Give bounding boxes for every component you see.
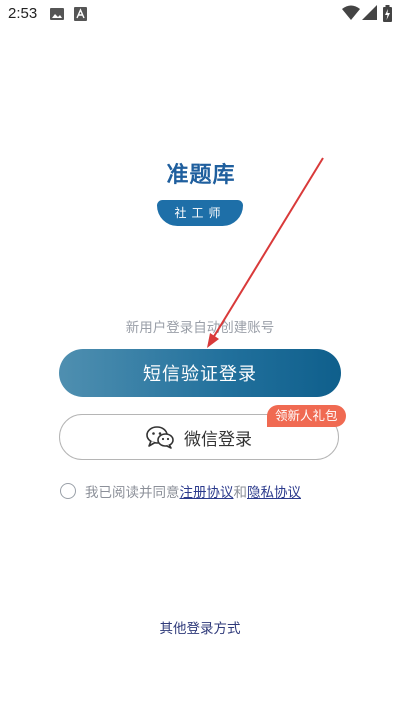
logo-subtitle-badge: 社工师 <box>157 200 243 226</box>
app-logo: 准题库 社工师 <box>155 157 247 229</box>
wechat-login-label: 微信登录 <box>184 429 252 449</box>
agreement-prefix: 我已阅读并同意 <box>85 485 180 501</box>
other-login-methods-link[interactable]: 其他登录方式 <box>0 617 400 637</box>
wechat-icon <box>146 425 174 449</box>
image-icon <box>50 8 64 20</box>
status-bar: 2:53 <box>0 0 400 28</box>
agreement-radio[interactable] <box>60 483 76 499</box>
battery-charging-icon <box>383 5 392 22</box>
sms-login-button[interactable]: 短信验证登录 <box>59 349 341 397</box>
font-a-icon <box>74 7 87 21</box>
signal-icon <box>362 5 377 20</box>
new-user-gift-badge: 领新人礼包 <box>267 405 346 427</box>
auto-register-hint: 新用户登录自动创建账号 <box>125 320 275 336</box>
agreement-and: 和 <box>233 485 248 501</box>
agreement-row: 我已阅读并同意 注册协议 和 隐私协议 <box>60 481 380 501</box>
sms-login-label: 短信验证登录 <box>143 364 257 385</box>
privacy-link[interactable]: 隐私协议 <box>247 481 301 501</box>
wifi-icon <box>342 5 360 20</box>
logo-title: 准题库 <box>166 163 236 188</box>
status-time: 2:53 <box>8 5 38 22</box>
terms-link[interactable]: 注册协议 <box>180 481 234 501</box>
